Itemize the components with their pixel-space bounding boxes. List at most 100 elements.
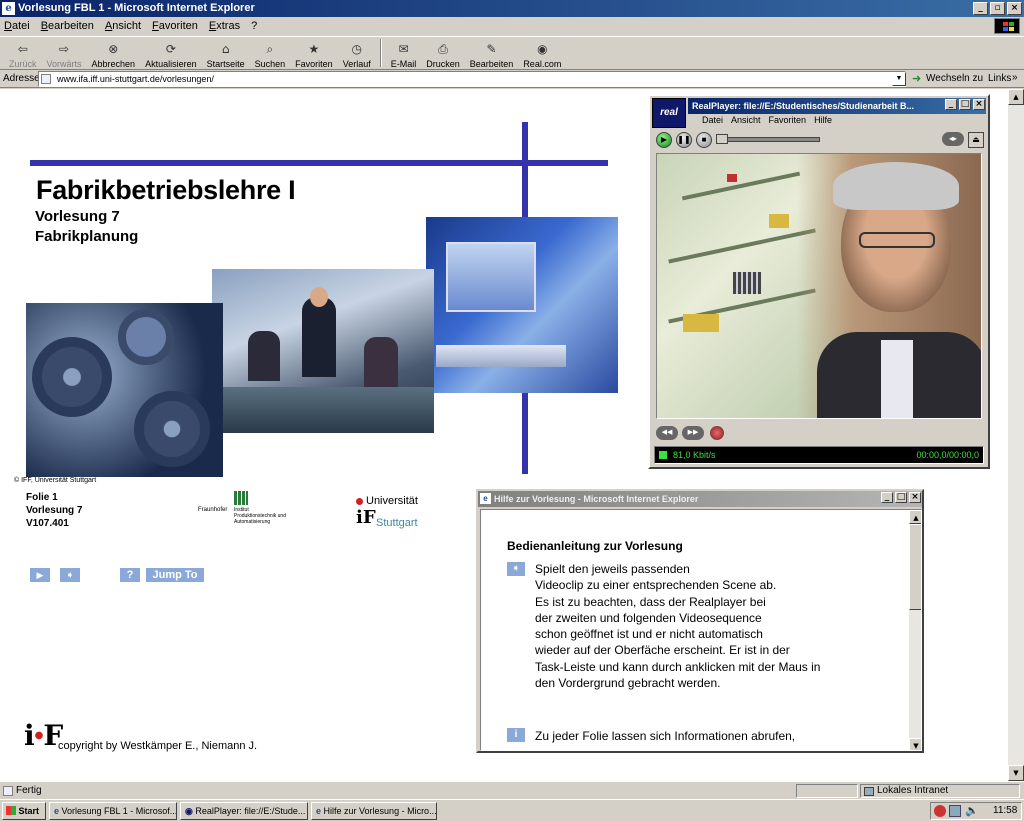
next-slide-button[interactable]: ▶ — [30, 568, 50, 582]
help-scrollbar[interactable]: ▲ ▼ — [909, 510, 921, 750]
help-scroll-thumb[interactable] — [909, 524, 921, 610]
slide-number: Folie 1 — [26, 492, 58, 503]
rp-menu-favoriten[interactable]: Favoriten — [769, 115, 807, 125]
rp-menu-hilfe[interactable]: Hilfe — [814, 115, 832, 125]
favorites-button[interactable]: ★ Favoriten — [290, 37, 338, 69]
stop-icon: ⊗ — [108, 42, 119, 56]
taskbar-item-help[interactable]: e Hilfe zur Vorlesung - Micro... — [311, 801, 437, 820]
help-ie-icon: e — [480, 493, 491, 504]
toolbar-separator — [379, 39, 382, 67]
status-panel — [796, 784, 858, 798]
photo-meeting — [212, 269, 434, 433]
menu-bar: Datei Bearbeiten Ansicht Favoriten Extra… — [0, 17, 1024, 35]
video-presenter — [797, 154, 981, 418]
rp-position-slider[interactable] — [716, 137, 820, 142]
menu-datei[interactable]: Datei — [4, 20, 30, 32]
search-icon: ⌕ — [266, 42, 274, 56]
rp-forward-button[interactable]: ▶▶ — [682, 426, 704, 440]
go-arrow-icon: ➜ — [912, 73, 922, 85]
jump-to-button[interactable]: Jump To — [146, 568, 204, 582]
menu-help[interactable]: ? — [251, 20, 257, 32]
tray-volume-icon[interactable]: 🔈 — [965, 804, 979, 817]
start-button[interactable]: Start — [2, 801, 46, 820]
rp-volume-button[interactable]: ◂▸ — [942, 132, 964, 146]
home-button[interactable]: ⌂ Startseite — [202, 37, 250, 69]
edit-icon: ✎ — [486, 42, 497, 56]
rp-rewind-button[interactable]: ◀◀ — [656, 426, 678, 440]
rp-minimize-button[interactable]: _ — [945, 99, 957, 110]
rp-bitrate: 81,0 Kbit/s — [673, 450, 716, 460]
help-minimize-button[interactable]: _ — [881, 492, 893, 503]
tray-network-icon[interactable] — [949, 805, 961, 817]
play-video-button[interactable]: ➧ — [60, 568, 80, 582]
help-info-icon: i — [507, 728, 525, 742]
stop-button[interactable]: ⊗ Abbrechen — [87, 37, 141, 69]
rp-maximize-button[interactable]: □ — [959, 99, 971, 110]
menu-favoriten[interactable]: Favoriten — [152, 20, 198, 32]
go-button[interactable]: Wechseln zu — [926, 73, 983, 84]
red-dot-icon — [356, 498, 363, 505]
refresh-button[interactable]: ⟳ Aktualisieren — [140, 37, 202, 69]
page-scrollbar[interactable]: ▲ ▼ — [1008, 89, 1024, 781]
rp-menu-ansicht[interactable]: Ansicht — [731, 115, 761, 125]
printer-icon: ⎙ — [438, 42, 448, 56]
realplayer-title-bar[interactable]: RealPlayer: file://E:/Studentisches/Stud… — [688, 98, 986, 114]
photo-computers — [426, 217, 618, 393]
taskbar-ie-icon: e — [54, 805, 60, 816]
menu-ansicht[interactable]: Ansicht — [105, 20, 141, 32]
links-button[interactable]: Links — [988, 73, 1011, 84]
taskbar: Start e Vorlesung FBL 1 - Microsof... ◉ … — [0, 799, 1024, 821]
realplayer-logo: real — [652, 98, 686, 128]
scroll-up-button[interactable]: ▲ — [1008, 89, 1024, 105]
history-button[interactable]: ◷ Verlauf — [338, 37, 376, 69]
edit-button[interactable]: ✎ Bearbeiten — [465, 37, 519, 69]
menu-extras[interactable]: Extras — [209, 20, 240, 32]
taskbar-item-realplayer[interactable]: ◉ RealPlayer: file://E:/Stude... — [180, 801, 308, 820]
rp-status-bar: 81,0 Kbit/s 00:00,0/00:00,0 — [654, 446, 984, 464]
realcom-button[interactable]: ◉ Real.com — [518, 37, 566, 69]
minimize-button[interactable]: _ — [973, 2, 988, 15]
help-button[interactable]: ? — [120, 568, 140, 582]
realplayer-menu: Datei Ansicht Favoriten Hilfe — [702, 115, 832, 125]
pause-icon[interactable]: ❚❚ — [676, 132, 692, 148]
address-bar: Adresse www.ifa.iff.uni-stuttgart.de/vor… — [0, 70, 1024, 88]
real-icon: ◉ — [537, 42, 548, 56]
search-button[interactable]: ⌕ Suchen — [250, 37, 291, 69]
status-bar: Fertig Lokales Intranet — [0, 781, 1024, 799]
help-maximize-button[interactable]: □ — [895, 492, 907, 503]
taskbar-item-ie[interactable]: e Vorlesung FBL 1 - Microsof... — [49, 801, 177, 820]
close-button[interactable]: × — [1007, 2, 1022, 15]
page-done-icon — [3, 786, 13, 796]
help-title-bar[interactable]: e Hilfe zur Vorlesung - Microsoft Intern… — [478, 491, 922, 507]
help-scroll-down[interactable]: ▼ — [909, 738, 921, 750]
rp-mute-button[interactable]: ⏏ — [968, 132, 984, 148]
browser-title-bar[interactable]: e Vorlesung FBL 1 - Microsoft Internet E… — [0, 0, 1024, 17]
system-tray: 🔈 11:58 — [930, 802, 1022, 820]
back-arrow-icon: ⇦ — [17, 42, 28, 56]
tray-real-icon[interactable] — [934, 805, 946, 817]
help-scroll-up[interactable]: ▲ — [909, 510, 921, 524]
slide-title: Fabrikbetriebslehre I — [36, 175, 296, 205]
menu-bearbeiten[interactable]: Bearbeiten — [41, 20, 94, 32]
scroll-down-button[interactable]: ▼ — [1008, 765, 1024, 781]
stop-icon[interactable]: ■ — [696, 132, 712, 148]
rp-close-button[interactable]: × — [973, 99, 985, 110]
back-button[interactable]: ⇦ Zurück — [4, 37, 42, 69]
mail-button[interactable]: ✉ E-Mail — [386, 37, 422, 69]
help-close-button[interactable]: × — [909, 492, 921, 503]
address-input[interactable]: www.ifa.iff.uni-stuttgart.de/vorlesungen… — [38, 71, 906, 87]
forward-button[interactable]: ⇨ Vorwärts — [42, 37, 87, 69]
print-button[interactable]: ⎙ Drucken — [421, 37, 465, 69]
toolbar: ⇦ Zurück ⇨ Vorwärts ⊗ Abbrechen ⟳ Aktualisie… — [0, 36, 1024, 70]
page-content: Fabrikbetriebslehre I Vorlesung 7 Fabrik… — [0, 89, 1008, 781]
intranet-icon — [864, 787, 874, 796]
play-icon[interactable]: ▶ — [656, 132, 672, 148]
rp-menu-datei[interactable]: Datei — [702, 115, 723, 125]
rp-controls: ▶ ❚❚ ■ — [656, 132, 712, 148]
address-dropdown-button[interactable]: ▼ — [892, 72, 906, 86]
help-video-icon: ➧ — [507, 562, 525, 576]
rp-slider-handle[interactable] — [716, 134, 728, 144]
forward-arrow-icon: ⇨ — [58, 42, 70, 56]
restore-button[interactable]: ▫ — [990, 2, 1005, 15]
rp-info-icon[interactable] — [710, 426, 724, 440]
